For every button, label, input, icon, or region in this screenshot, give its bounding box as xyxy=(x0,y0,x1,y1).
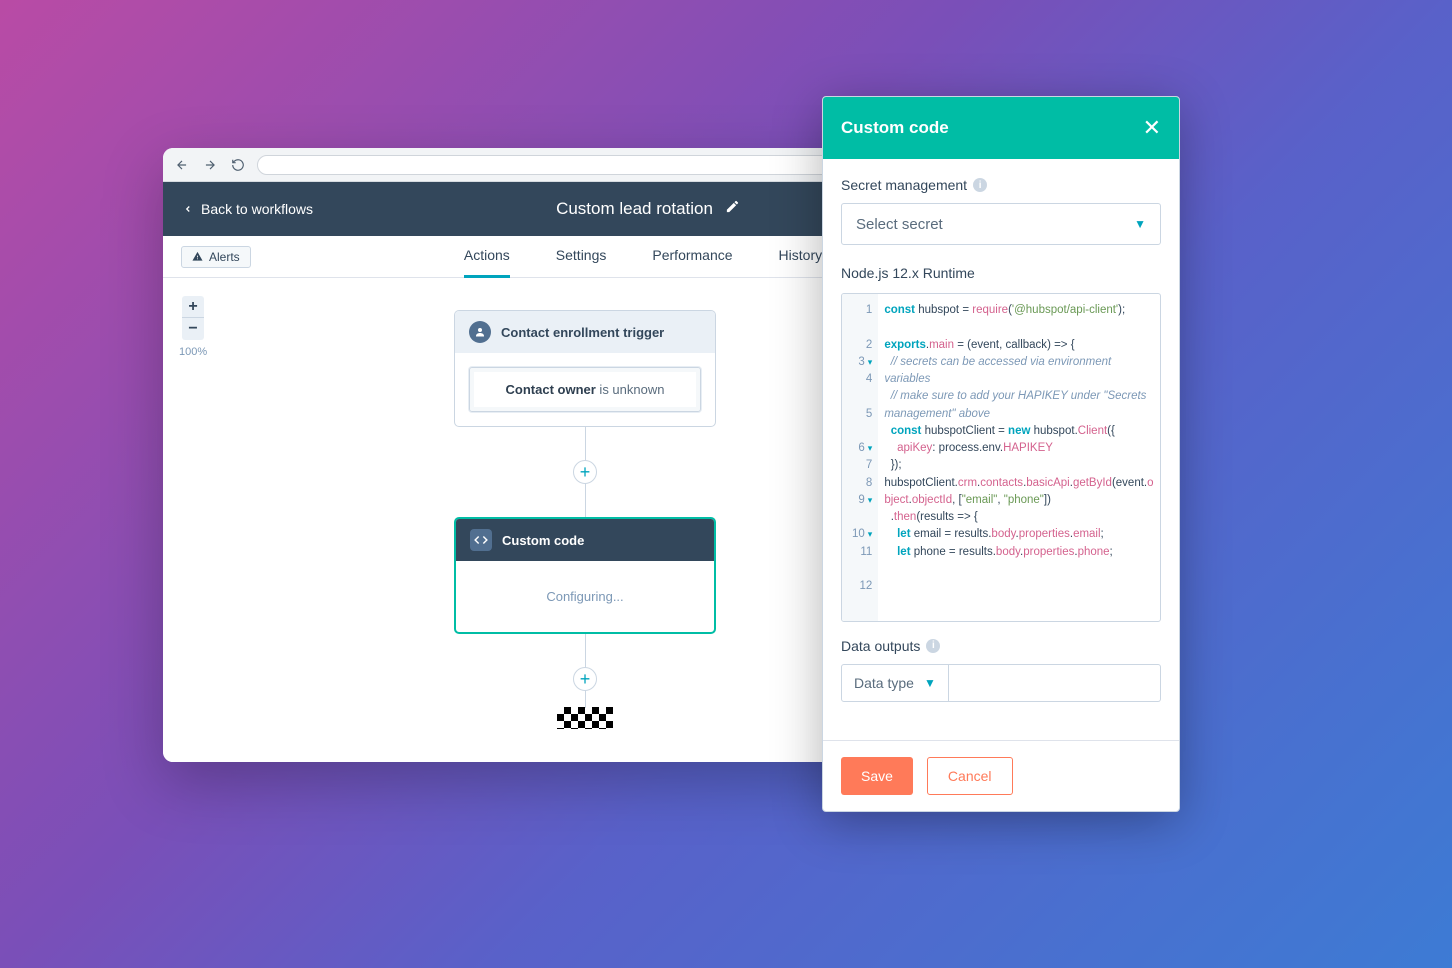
zoom-out-button[interactable]: − xyxy=(182,318,204,340)
panel-footer: Save Cancel xyxy=(823,740,1179,811)
chevron-down-icon: ▼ xyxy=(924,676,936,690)
secret-select[interactable]: Select secret ▼ xyxy=(841,203,1161,245)
info-icon[interactable]: i xyxy=(926,639,940,653)
custom-code-header: Custom code xyxy=(456,519,714,561)
back-icon[interactable] xyxy=(173,156,191,174)
line-gutter: 1 2 3▾ 4 5 6▾ 7 8 9▾ 10▾ 11 12 xyxy=(842,294,878,621)
tab-actions[interactable]: Actions xyxy=(464,235,510,278)
add-action-button-2[interactable]: + xyxy=(573,667,597,691)
code-content[interactable]: const hubspot = require('@hubspot/api-cl… xyxy=(878,294,1160,621)
finish-flag-icon xyxy=(557,707,613,729)
forward-icon[interactable] xyxy=(201,156,219,174)
zoom-level: 100% xyxy=(179,346,207,358)
pencil-icon[interactable] xyxy=(725,199,740,219)
custom-code-title: Custom code xyxy=(502,533,584,548)
custom-code-panel: Custom code ✕ Secret management i Select… xyxy=(822,96,1180,812)
reload-icon[interactable] xyxy=(229,156,247,174)
workflow-title: Custom lead rotation xyxy=(556,199,713,219)
data-outputs-label: Data outputs i xyxy=(841,638,1161,654)
tab-settings[interactable]: Settings xyxy=(556,235,607,278)
zoom-controls: + − 100% xyxy=(179,296,207,358)
custom-code-status: Configuring... xyxy=(456,561,714,632)
add-action-button[interactable]: + xyxy=(573,460,597,484)
data-type-select[interactable]: Data type ▼ xyxy=(841,664,949,702)
trigger-node[interactable]: Contact enrollment trigger Contact owner… xyxy=(454,310,716,427)
custom-code-node[interactable]: Custom code Configuring... xyxy=(454,517,716,634)
tab-history[interactable]: History xyxy=(779,235,823,278)
secret-placeholder: Select secret xyxy=(856,216,943,233)
chevron-down-icon: ▼ xyxy=(1134,217,1146,231)
zoom-in-button[interactable]: + xyxy=(182,296,204,318)
back-link-label: Back to workflows xyxy=(201,201,313,217)
panel-title: Custom code xyxy=(841,118,949,138)
data-output-name-input[interactable] xyxy=(949,664,1161,702)
workflow-nodes: Contact enrollment trigger Contact owner… xyxy=(453,310,717,729)
code-icon xyxy=(470,529,492,551)
trigger-condition: Contact owner is unknown xyxy=(469,367,701,412)
info-icon[interactable]: i xyxy=(973,178,987,192)
code-editor[interactable]: 1 2 3▾ 4 5 6▾ 7 8 9▾ 10▾ 11 12 const hu xyxy=(841,293,1161,622)
trigger-title: Contact enrollment trigger xyxy=(501,325,664,340)
back-to-workflows-link[interactable]: Back to workflows xyxy=(183,201,313,217)
save-button[interactable]: Save xyxy=(841,757,913,795)
trigger-header: Contact enrollment trigger xyxy=(455,311,715,353)
close-icon[interactable]: ✕ xyxy=(1143,115,1161,141)
workflow-title-wrap: Custom lead rotation xyxy=(556,199,740,219)
panel-header: Custom code ✕ xyxy=(823,97,1179,159)
data-output-row: Data type ▼ xyxy=(841,664,1161,702)
person-icon xyxy=(469,321,491,343)
cancel-button[interactable]: Cancel xyxy=(927,757,1013,795)
tab-performance[interactable]: Performance xyxy=(652,235,732,278)
runtime-label: Node.js 12.x Runtime xyxy=(841,265,1161,281)
secret-management-label: Secret management i xyxy=(841,177,1161,193)
